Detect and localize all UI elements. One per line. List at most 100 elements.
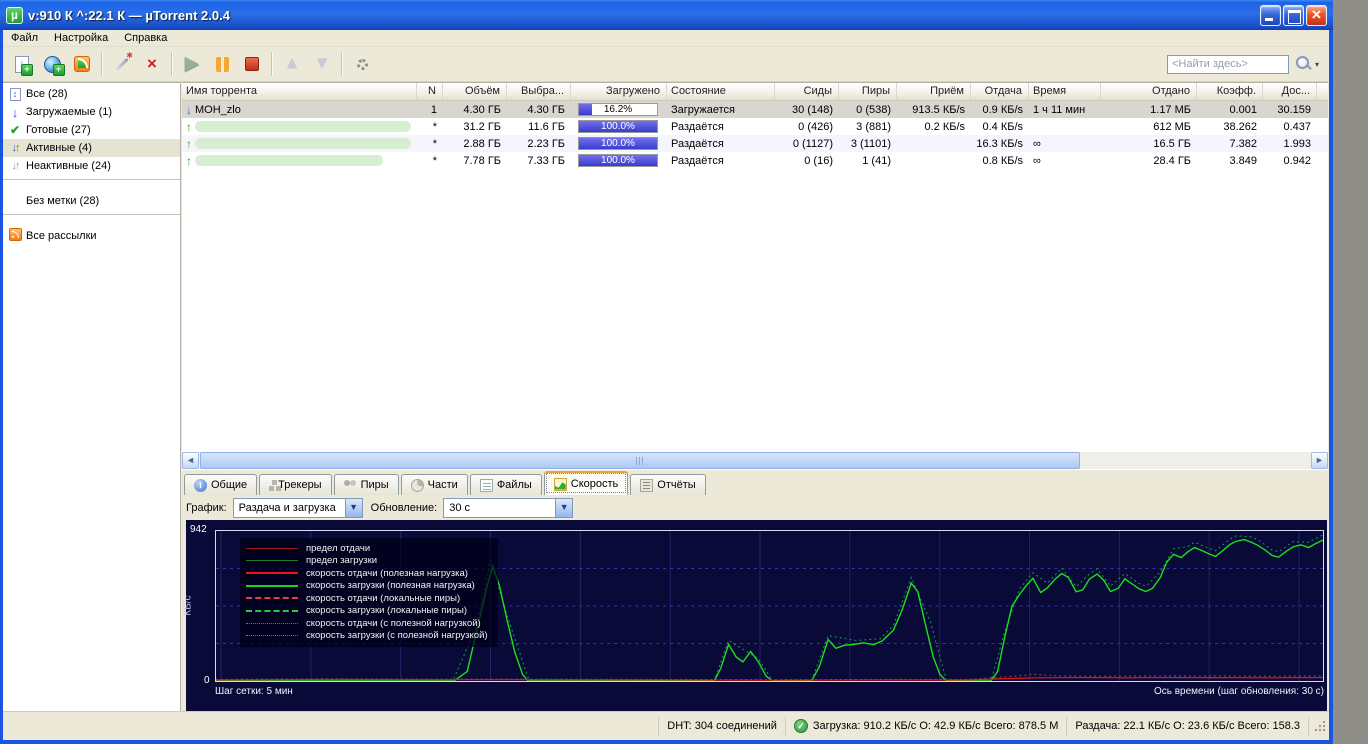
tab-speed[interactable]: Скорость (544, 471, 629, 495)
legend-item: скорость загрузки (с полезной нагрузкой) (246, 630, 488, 643)
search-input[interactable] (1167, 55, 1289, 74)
sidebar-item-all[interactable]: ↕Все (28) (3, 85, 180, 103)
add-torrent-button[interactable]: ↓ (7, 50, 37, 78)
move-up-queue-button[interactable]: ▲ (277, 50, 307, 78)
horizontal-scrollbar[interactable]: ◄ ► (182, 452, 1328, 469)
tab-general[interactable]: Общие (184, 474, 257, 495)
add-torrent-from-url-button[interactable] (37, 50, 67, 78)
status-download: Загрузка: 910.2 КБ/с O: 42.9 КБ/с Всего:… (786, 717, 1068, 736)
sidebar-item-no-label[interactable]: Без метки (28) (3, 192, 180, 210)
legend-item: скорость загрузки (локальные пиры) (246, 605, 488, 618)
up_speed-cell: 0.9 КБ/s (971, 104, 1029, 116)
tab-logger[interactable]: Отчёты (630, 474, 705, 495)
toolbar-separator (271, 52, 273, 76)
torrent-name: MOH_zlo (195, 104, 241, 116)
start-torrent-button[interactable]: ▶ (177, 50, 207, 78)
legend-swatch-green-dash (246, 610, 298, 612)
resize-grip[interactable] (1313, 719, 1327, 733)
remove-torrent-button[interactable]: × (137, 50, 167, 78)
search-dropdown-icon[interactable]: ▾ (1315, 60, 1319, 69)
all-torrents-icon: ↕ (10, 88, 21, 101)
seeds-cell: 0 (426) (775, 121, 839, 133)
menu-help[interactable]: Справка (116, 31, 175, 45)
column-header-down_speed[interactable]: Приём (897, 83, 971, 100)
tab-label: Трекеры (278, 479, 321, 491)
close-button[interactable] (1306, 5, 1327, 26)
toolbar: ↓ × ▶ ▲ ▼ ▾ (3, 47, 1329, 82)
stop-torrent-button[interactable] (237, 50, 267, 78)
legend-item: предел загрузки (246, 555, 488, 568)
legend-label: предел отдачи (306, 543, 370, 554)
column-header-order[interactable]: N (417, 83, 443, 100)
tab-label: Отчёты (657, 479, 695, 491)
add-rss-feed-button[interactable] (67, 50, 97, 78)
scroll-left-button[interactable]: ◄ (182, 452, 199, 469)
maximize-button[interactable] (1283, 5, 1304, 26)
create-torrent-button[interactable] (107, 50, 137, 78)
scrollbar-thumb[interactable] (200, 452, 1080, 469)
tab-trackers[interactable]: Трекеры (259, 474, 331, 495)
sidebar-item-feeds[interactable]: Все рассылки (3, 227, 180, 245)
tab-files[interactable]: Файлы (470, 474, 542, 495)
graph-type-select[interactable]: Раздача и загрузка ▼ (233, 498, 363, 518)
toolbar-separator (101, 52, 103, 76)
peers-icon (344, 479, 357, 492)
status-cell: Раздаётся (667, 121, 775, 133)
move-down-queue-button[interactable]: ▼ (307, 50, 337, 78)
info-icon (194, 479, 207, 492)
sidebar-item-inactive[interactable]: ↓↑Неактивные (24) (3, 157, 180, 175)
tab-label: Скорость (571, 478, 619, 490)
column-header-peers[interactable]: Пиры (839, 83, 897, 100)
selected_size-cell: 2.23 ГБ (507, 138, 571, 150)
column-header-eta[interactable]: Время (1029, 83, 1101, 100)
column-header-done[interactable]: Загружено (571, 83, 667, 100)
chevron-down-icon: ▼ (555, 499, 572, 517)
wand-icon (112, 54, 132, 74)
sidebar-item-active[interactable]: ↓↑Активные (4) (3, 139, 180, 157)
legend-swatch-red-thin (246, 548, 298, 549)
column-header-seeds[interactable]: Сиды (775, 83, 839, 100)
eta-cell: 1 ч 11 мин (1029, 104, 1101, 116)
column-header-name[interactable]: Имя торрента (182, 83, 417, 100)
preferences-button[interactable] (347, 50, 377, 78)
pause-icon (216, 57, 229, 72)
table-row[interactable]: ↑*2.88 ГБ2.23 ГБ100.0%Раздаётся0 (1127)3… (182, 135, 1328, 152)
scroll-right-button[interactable]: ► (1311, 452, 1328, 469)
table-row[interactable]: ↓MOH_zlo14.30 ГБ4.30 ГБ16.2%Загружается3… (182, 101, 1328, 118)
add-torrent-icon: ↓ (15, 56, 29, 73)
column-header-uploaded[interactable]: Отдано (1101, 83, 1197, 100)
tab-peers[interactable]: Пиры (334, 474, 399, 495)
title-bar[interactable]: µ v:910 К ^:22.1 К — µTorrent 2.0.4 (0, 0, 1333, 30)
search-icon[interactable] (1295, 55, 1313, 73)
legend-swatch-red-dot (246, 623, 298, 624)
up-arrow-glyph: ↑ (15, 142, 19, 154)
up-arrow-icon: ▲ (284, 56, 300, 72)
remove-x-icon: × (147, 56, 157, 72)
y-axis-max-label: 942 (190, 524, 207, 535)
table-row[interactable]: ↑*7.78 ГБ7.33 ГБ100.0%Раздаётся0 (16)1 (… (182, 152, 1328, 169)
grid-step-caption: Шаг сетки: 5 мин (215, 686, 293, 697)
scrollbar-track[interactable] (1080, 452, 1311, 469)
status-dht: DHT: 304 соединений (659, 717, 786, 736)
size-cell: 7.78 ГБ (443, 155, 507, 167)
update-interval-select[interactable]: 30 с ▼ (443, 498, 573, 518)
column-header-avail[interactable]: Дос... (1263, 83, 1317, 100)
menu-file[interactable]: Файл (3, 31, 46, 45)
menu-options[interactable]: Настройка (46, 31, 116, 45)
tab-pieces[interactable]: Части (401, 474, 468, 495)
table-row[interactable]: ↑*31.2 ГБ11.6 ГБ100.0%Раздаётся0 (426)3 … (182, 118, 1328, 135)
column-header-selected_size[interactable]: Выбра... (507, 83, 571, 100)
sidebar-item-downloading[interactable]: ↓Загружаемые (1) (3, 103, 180, 121)
ratio-cell: 7.382 (1197, 138, 1263, 150)
column-header-ratio[interactable]: Коэфф. (1197, 83, 1263, 100)
minimize-button[interactable] (1260, 5, 1281, 26)
status-download-text: Загрузка: 910.2 КБ/с O: 42.9 КБ/с Всего:… (813, 720, 1059, 732)
pause-torrent-button[interactable] (207, 50, 237, 78)
column-header-size[interactable]: Объём (443, 83, 507, 100)
seeds-cell: 0 (1127) (775, 138, 839, 150)
category-sidebar: ↕Все (28)↓Загружаемые (1)✔Готовые (27)↓↑… (3, 82, 181, 711)
progress-bar: 100.0% (578, 137, 658, 150)
column-header-status[interactable]: Состояние (667, 83, 775, 100)
column-header-up_speed[interactable]: Отдача (971, 83, 1029, 100)
sidebar-item-completed[interactable]: ✔Готовые (27) (3, 121, 180, 139)
